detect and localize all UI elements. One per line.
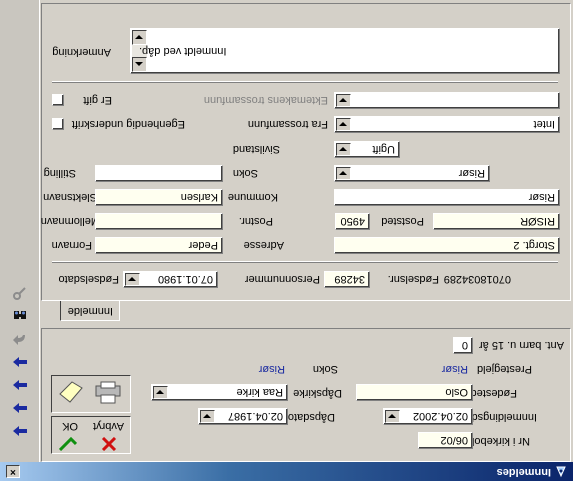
cancel-label: Avbryt [93,420,124,432]
ant-barn-label: Ant. barn u. 15 år [479,339,564,351]
main-panel: Fødselsdato 07.01.1980 Personnummer 3428… [41,3,571,301]
sokn2-label: Sokn [312,363,338,375]
fodselsdato-label: Fødselsdato [58,273,119,285]
scroll-up-icon[interactable] [132,57,147,72]
adresse-field[interactable]: Storgt. 2 [334,237,560,254]
anmerkning-label: Anmerkning [52,46,111,58]
printer-icon[interactable] [94,377,122,406]
sokn2-value[interactable]: Risør [259,362,285,376]
dapsdato-label: Dåpsdato [287,411,335,423]
ok-label: OK [62,420,78,432]
innmeldingsdato-dropdown-icon[interactable] [385,410,400,423]
divider-top [52,261,558,263]
right-toolbar [0,0,40,462]
fra-trossamfunn-label: Fra trossamfunn [247,118,328,130]
fodselsnr-label: Fødselsnr. [387,273,439,285]
dapsdato-value: 02.04.1987 [227,410,283,422]
scroll-down-icon[interactable] [132,30,147,45]
innmeldingsdato-value: 02.04.2002 [412,410,468,422]
ektemakens-field[interactable] [334,92,560,109]
kommune-label: Kommune [227,191,278,203]
close-button[interactable]: × [6,465,20,478]
fra-trossamfunn-field[interactable]: Intet [334,116,560,133]
fodselsdato-value: 07.01.1980 [157,273,213,285]
tools-icon[interactable] [11,284,29,302]
innmeldes-window: Innmeldes × Avbryt OK Nr i kirkeboken 06… [0,0,573,481]
kommune-field[interactable]: Risør [334,189,560,206]
innmeldingsdato-field[interactable]: 02.04.2002 [383,408,473,425]
fodselsnr-value: 07018034289 [443,273,511,285]
dapskirke-field[interactable]: Raa kirke [151,384,288,401]
fornavn-label: Fornavn [51,239,92,251]
fornavn-field[interactable]: Peder [95,237,223,254]
fra-trossamfunn-dropdown-icon[interactable] [336,118,351,131]
anmerkning-textarea[interactable]: Innmeldt ved dåp. [130,28,560,74]
binoculars-icon[interactable] [11,307,29,325]
paper-icon[interactable] [58,377,86,406]
sokn-value: Risør [458,167,485,179]
stilling-label: Stilling [43,167,76,179]
dapskirke-dropdown-icon[interactable] [153,386,168,399]
ok-check-icon [58,434,78,452]
sivilstand-label: Sivilstand [232,143,280,155]
ok-button[interactable]: OK [54,417,84,452]
poststed-label: Poststed [381,215,424,227]
window-title: Innmeldes [496,466,551,478]
personnummer-label: Personnummer [244,273,320,285]
personnummer-field[interactable]: 34289 [324,271,370,288]
fodselsdato-dropdown-icon[interactable] [125,273,140,286]
sokn-dropdown-icon[interactable] [336,167,351,180]
prestegjeld-label: Prestegjeld [476,363,532,375]
slektsnavn-field[interactable]: Karlsen [95,189,223,206]
stilling-field[interactable] [95,165,223,182]
anmerkning-value: Innmeldt ved dåp. [139,45,227,57]
slektsnavn-label: Slektsnavn [43,191,97,203]
fodested-field[interactable]: Oslo [356,384,473,401]
mellomnavn-label: Mellomnavn [40,215,100,227]
nr-kirkeboken-field[interactable]: 06/02 [418,432,473,449]
arrow-right-icon[interactable] [11,422,29,440]
dapsdato-dropdown-icon[interactable] [200,410,215,423]
dapsdato-field[interactable]: 02.04.1987 [198,408,288,425]
cancel-button[interactable]: Avbryt [93,417,124,452]
er-gift-checkbox[interactable] [52,94,64,106]
dapskirke-value: Raa kirke [236,386,283,398]
print-group [51,375,131,413]
er-gift-label: Er gift [83,94,112,106]
fodested-label: Fødested [470,387,517,399]
ok-cancel-group: Avbryt OK [51,416,131,454]
lower-panel: Avbryt OK Nr i kirkeboken 06/02 Innmeldi… [41,328,571,462]
fra-trossamfunn-value: Intet [533,118,555,130]
egenhendig-label: Egenhendig underskrift [71,118,185,130]
ektemakens-label: Ektemakens trossamfunn [203,94,328,106]
ektemakens-dropdown-icon[interactable] [336,94,351,107]
fodselsdato-field[interactable]: 07.01.1980 [123,271,218,288]
arrow-right-4-icon[interactable] [11,353,29,371]
cancel-x-icon [101,434,117,452]
dapskirke-label: Dåpskirke [293,387,342,399]
egenhendig-checkbox[interactable] [52,118,64,130]
sivilstand-dropdown-icon[interactable] [336,143,351,156]
sivilstand-field[interactable]: Ugift [334,141,400,158]
postnr-label: Postnr. [238,215,273,227]
ant-barn-field[interactable]: 0 [453,337,473,354]
adresse-label: Adresse [243,239,284,251]
redo-icon[interactable] [11,329,29,347]
sokn-label: Sokn [232,167,258,179]
postnr-field[interactable]: 4950 [335,213,370,230]
sokn-field[interactable]: Risør [334,165,490,182]
app-icon [555,466,567,478]
divider-bottom [52,81,558,83]
arrow-right-3-icon[interactable] [11,376,29,394]
arrow-right-2-icon[interactable] [11,399,29,417]
mellomnavn-field[interactable] [95,213,223,230]
sivilstand-value: Ugift [372,143,395,155]
poststed-field[interactable]: RISØR [433,213,560,230]
prestegjeld-value[interactable]: Risør [442,362,468,376]
title-bar: Innmeldes × [0,462,573,481]
tab-innmelde[interactable]: Innmelde [60,301,120,321]
